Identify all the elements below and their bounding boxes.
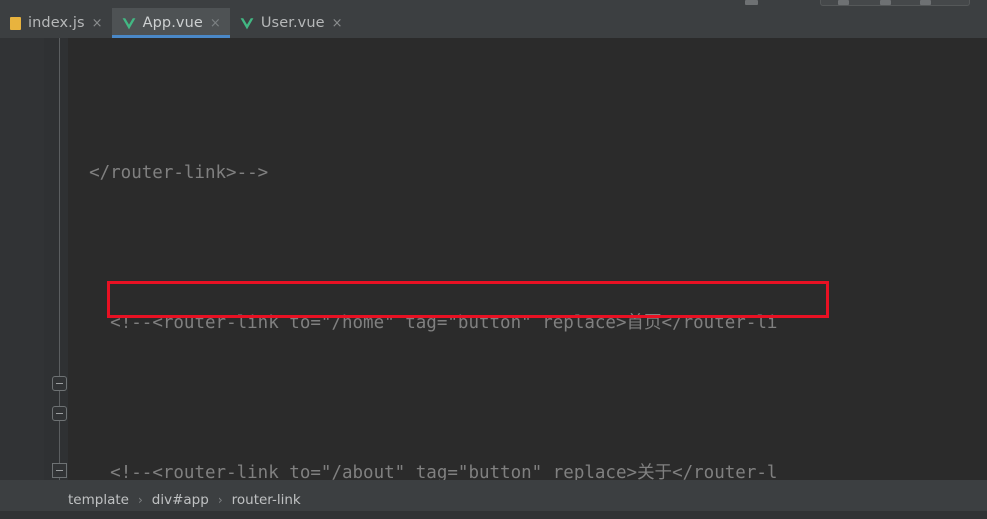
chevron-right-icon: › <box>217 492 223 507</box>
code-token-value: "button" <box>447 313 532 333</box>
code-token-attr: to= <box>289 463 321 480</box>
breadcrumb-item-router-link[interactable]: router-link <box>232 492 301 508</box>
breadcrumb-item-div-app[interactable]: div#app <box>152 492 209 508</box>
tab-label: User.vue <box>260 15 325 31</box>
code-token-content: 关于 <box>637 463 673 480</box>
tab-label: App.vue <box>142 15 203 31</box>
code-line[interactable]: </router-link>--> <box>68 158 987 188</box>
vue-file-icon <box>122 17 135 29</box>
code-token-comment-open: <!-- <box>110 463 153 480</box>
ide-window: index.js × App.vue × User.vue × </router… <box>0 0 987 519</box>
code-token-close-tag: </router-l <box>672 463 778 480</box>
toolbar-icon[interactable] <box>920 0 931 5</box>
toolbar-sliver <box>0 0 987 8</box>
code-token-value: "/home" <box>320 313 395 333</box>
code-token-close-tag: </router-li <box>661 313 778 333</box>
close-icon[interactable]: × <box>332 17 343 30</box>
fold-marker-script[interactable] <box>52 463 67 478</box>
code-token-content: 首页 <box>626 313 662 333</box>
code-token-comment-end: --> <box>236 163 269 183</box>
code-line[interactable]: <!--<router-link to="/home" tag="button"… <box>68 308 987 338</box>
close-icon[interactable]: × <box>92 17 103 30</box>
tab-index-js[interactable]: index.js × <box>0 8 112 38</box>
editor-tab-bar: index.js × App.vue × User.vue × <box>0 8 987 38</box>
code-token-gt: > <box>615 313 627 333</box>
breadcrumb-item-template[interactable]: template <box>68 492 129 508</box>
code-token-attr: to= <box>289 313 321 333</box>
code-token-tag-open: <router-link <box>152 313 279 333</box>
code-token-gt: > <box>626 463 638 480</box>
toolbar-icon[interactable] <box>838 0 849 5</box>
tab-label: index.js <box>28 15 85 31</box>
code-token-comment-open: <!-- <box>110 313 153 333</box>
toolbar-icon[interactable] <box>745 0 758 5</box>
fold-marker-template[interactable] <box>52 406 67 421</box>
code-content[interactable]: </router-link>--> <!--<router-link to="/… <box>68 38 987 480</box>
chevron-right-icon: › <box>137 492 143 507</box>
tab-user-vue[interactable]: User.vue × <box>230 8 352 38</box>
vue-file-icon <box>240 17 254 29</box>
close-icon[interactable]: × <box>210 17 221 30</box>
code-editor[interactable]: </router-link>--> <!--<router-link to="/… <box>0 38 987 480</box>
code-line[interactable]: <!--<router-link to="/about" tag="button… <box>68 458 987 480</box>
js-file-icon <box>10 16 21 30</box>
code-token-close-tag: </router-link> <box>89 163 237 183</box>
fold-marker-div[interactable] <box>52 376 67 391</box>
tab-app-vue[interactable]: App.vue × <box>111 8 230 38</box>
code-token-value: "/about" <box>320 463 406 480</box>
code-token-attr: tag= <box>405 313 448 333</box>
code-token-value: "button" <box>457 463 543 480</box>
code-token-attr: tag= <box>415 463 458 480</box>
editor-gutter[interactable] <box>0 38 44 480</box>
code-token-attr: replace <box>542 313 616 333</box>
bottom-strip <box>0 511 987 519</box>
code-token-tag-open: <router-link <box>152 463 279 480</box>
code-token-attr: replace <box>552 463 627 480</box>
toolbar-icon[interactable] <box>880 0 891 5</box>
